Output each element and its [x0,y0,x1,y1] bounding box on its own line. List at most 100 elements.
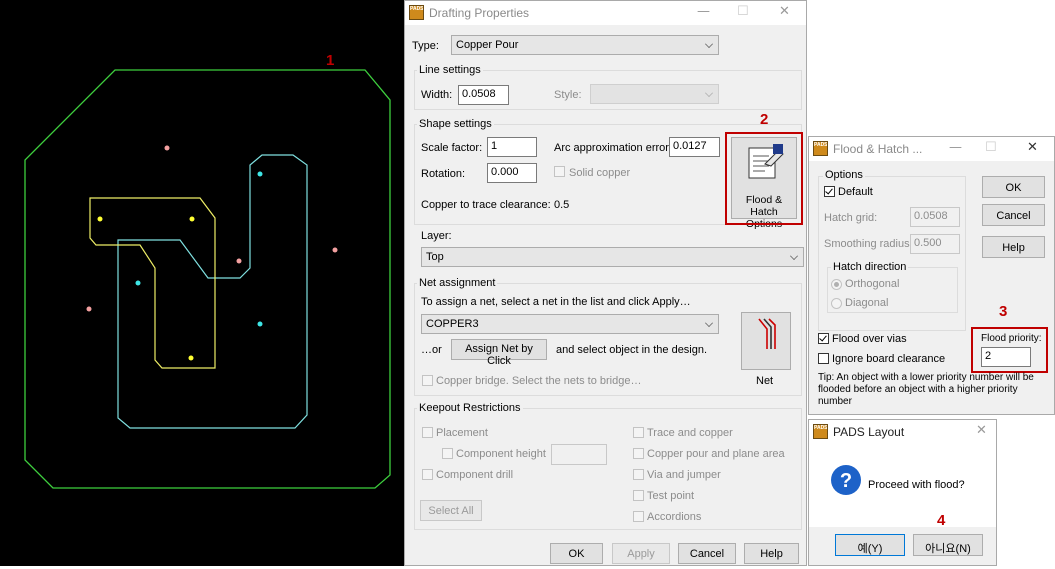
placement-checkbox[interactable] [422,427,433,438]
dialog-title: PADS Layout [833,425,905,439]
step-number-1: 1 [326,52,335,69]
ignore-board-clearance-label: Ignore board clearance [832,353,946,365]
close-icon[interactable]: ✕ [1027,140,1038,155]
assign-after-text: and select object in the design. [556,344,708,356]
solid-copper-label: Solid copper [569,167,631,179]
orthogonal-radio[interactable] [831,279,842,290]
shape-settings-title: Shape settings [417,118,494,130]
title-bar: PADS Flood & Hatch ... — ☐ ✕ [809,137,1054,161]
net-button[interactable] [741,312,791,370]
hatch-grid-input[interactable]: 0.0508 [910,207,960,227]
no-button[interactable]: 아니요(N) [913,534,983,556]
net-value: COPPER3 [426,318,479,330]
dialog-title: Flood & Hatch ... [833,142,923,156]
help-button[interactable]: Help [744,543,799,564]
pad-marker [236,258,242,264]
minimize-icon[interactable]: — [949,140,962,155]
assign-net-by-click-button[interactable]: Assign Net by Click [451,339,547,367]
component-height-checkbox[interactable] [442,448,453,459]
component-drill-label: Component drill [436,469,514,481]
keepout-restrictions-title: Keepout Restrictions [417,402,523,414]
accordions-checkbox[interactable] [633,511,644,522]
type-value: Copper Pour [456,39,519,51]
width-label: Width: [421,89,453,101]
cancel-button[interactable]: Cancel [982,204,1045,226]
title-bar: PADS Drafting Properties — ☐ ✕ [405,1,806,25]
or-label: …or [421,344,442,356]
arc-error-input[interactable]: 0.0127 [669,137,720,157]
default-label: Default [838,186,873,198]
options-title: Options [823,169,865,181]
ignore-board-clearance-checkbox[interactable] [818,353,829,364]
radio-dot-icon [834,282,839,287]
arc-error-label: Arc approximation error: [554,142,672,154]
minimize-icon[interactable]: — [697,4,710,19]
trace-copper-label: Trace and copper [647,427,733,439]
check-icon [825,186,833,195]
close-icon[interactable]: ✕ [779,4,790,19]
via-jumper-checkbox[interactable] [633,469,644,480]
clearance-value: 0.5 [554,199,570,211]
scale-factor-input[interactable]: 1 [487,137,537,157]
trace-copper-checkbox[interactable] [633,427,644,438]
board-outline-drawing [24,69,391,489]
pad-marker [188,355,194,361]
layer-label: Layer: [421,230,452,242]
board-outline [24,69,391,489]
pads-app-icon: PADS [813,424,828,439]
placement-label: Placement [436,427,488,439]
drafting-properties-dialog: PADS Drafting Properties — ☐ ✕ Type: Cop… [404,0,807,566]
hatch-grid-label: Hatch grid: [824,212,878,224]
pad-marker [97,216,103,222]
accordions-label: Accordions [647,511,702,523]
chevron-down-icon [705,319,713,327]
step-number-2: 2 [760,111,769,128]
solid-copper-checkbox[interactable] [554,166,565,177]
cancel-button[interactable]: Cancel [678,543,736,564]
style-select[interactable] [590,84,719,104]
component-height-label: Component height [456,448,546,460]
copper-bridge-checkbox[interactable] [422,375,433,386]
confirm-message: Proceed with flood? [868,479,965,491]
diagonal-radio[interactable] [831,298,842,309]
highlight-flood-priority [971,327,1048,373]
pcb-design-canvas[interactable]: 1 [0,0,404,566]
help-button[interactable]: Help [982,236,1045,258]
component-height-input[interactable] [551,444,607,465]
ok-button[interactable]: OK [550,543,603,564]
step-number-4: 4 [937,512,946,529]
test-point-checkbox[interactable] [633,490,644,501]
rotation-label: Rotation: [421,168,466,180]
pad-marker [189,216,195,222]
type-select[interactable]: Copper Pour [451,35,719,55]
close-icon[interactable]: ✕ [976,423,987,438]
step-number-3: 3 [999,303,1008,320]
layer-select[interactable]: Top [421,247,804,267]
select-all-button[interactable]: Select All [420,500,482,521]
pad-marker [257,171,263,177]
width-input[interactable]: 0.0508 [458,85,509,105]
clearance-label: Copper to trace clearance: [421,199,551,211]
maximize-icon: ☐ [737,4,749,19]
style-label: Style: [554,89,582,101]
flood-over-vias-checkbox[interactable] [818,333,829,344]
apply-button[interactable]: Apply [612,543,670,564]
chevron-down-icon [790,252,798,260]
rotation-input[interactable]: 0.000 [487,163,537,183]
dialog-title: Drafting Properties [429,6,530,20]
diagonal-label: Diagonal [845,297,889,309]
pads-app-icon: PADS [813,141,828,156]
layer-value: Top [426,251,444,263]
component-drill-checkbox[interactable] [422,469,433,480]
smoothing-radius-input[interactable]: 0.500 [910,234,960,254]
message-area: ? Proceed with flood? [809,444,996,527]
net-select[interactable]: COPPER3 [421,314,719,334]
yes-button[interactable]: 예(Y) [835,534,905,556]
ok-button[interactable]: OK [982,176,1045,198]
net-icon [758,318,776,349]
test-point-label: Test point [647,490,695,502]
default-checkbox[interactable] [824,186,835,197]
pour-plane-checkbox[interactable] [633,448,644,459]
hatch-direction-title: Hatch direction [831,261,909,273]
pour-plane-label: Copper pour and plane area [647,448,785,460]
